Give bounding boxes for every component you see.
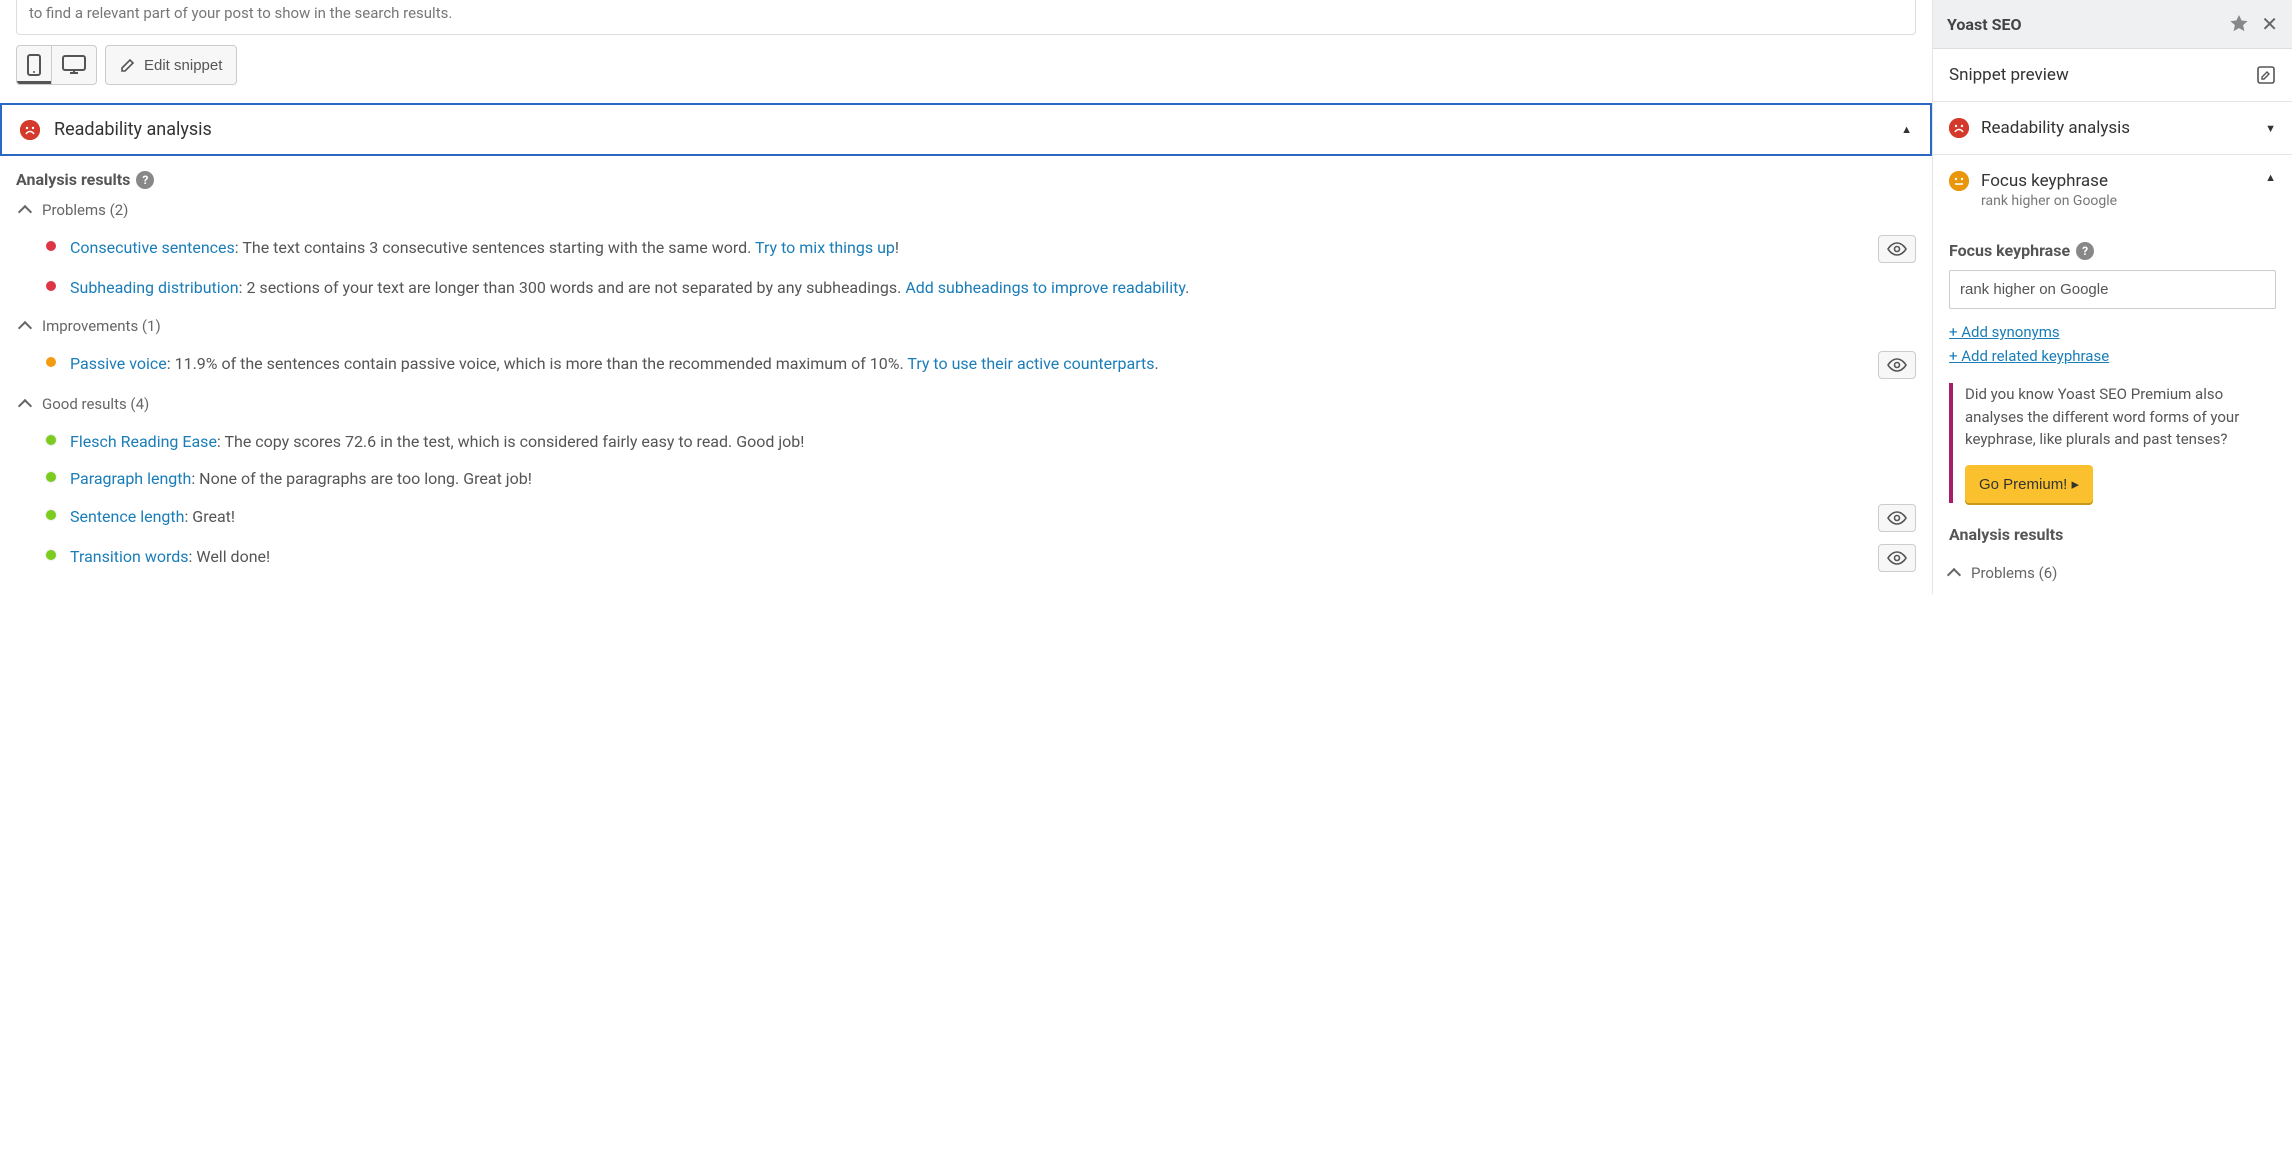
eye-icon bbox=[1887, 511, 1907, 525]
status-bullet-red bbox=[46, 281, 56, 291]
focus-keyphrase-section: Focus keyphrase ? + Add synonyms + Add r… bbox=[1933, 225, 2292, 519]
desktop-icon bbox=[62, 55, 86, 75]
analysis-results-heading: Analysis results ? bbox=[16, 170, 1916, 189]
analysis-link[interactable]: Consecutive sentences bbox=[70, 238, 235, 257]
highlight-toggle[interactable] bbox=[1878, 351, 1916, 379]
analysis-fix-link[interactable]: Add subheadings to improve readability bbox=[905, 278, 1185, 297]
caret-up-icon: ▲ bbox=[1901, 123, 1912, 136]
neutral-face-icon bbox=[1949, 171, 1969, 191]
status-bullet-red bbox=[46, 241, 56, 251]
add-synonyms-link[interactable]: + Add synonyms bbox=[1949, 323, 2276, 341]
analysis-link[interactable]: Passive voice bbox=[70, 354, 167, 373]
highlight-toggle[interactable] bbox=[1878, 504, 1916, 532]
eye-icon bbox=[1887, 242, 1907, 256]
analysis-link[interactable]: Transition words bbox=[70, 547, 189, 566]
snippet-toolbar: Edit snippet bbox=[16, 45, 1916, 85]
status-bullet-green bbox=[46, 472, 56, 482]
status-bullet-green bbox=[46, 510, 56, 520]
eye-icon bbox=[1887, 358, 1907, 372]
highlight-toggle[interactable] bbox=[1878, 544, 1916, 572]
sidebar-row-readability[interactable]: Readability analysis ▼ bbox=[1933, 102, 2292, 155]
premium-promo: Did you know Yoast SEO Premium also anal… bbox=[1949, 383, 2276, 503]
good-group-toggle[interactable]: Good results (4) bbox=[20, 395, 1916, 413]
analysis-link[interactable]: Flesch Reading Ease bbox=[70, 432, 217, 451]
close-icon[interactable]: ✕ bbox=[2261, 12, 2278, 36]
status-bullet-orange bbox=[46, 357, 56, 367]
sidebar-analysis-results-heading: Analysis results bbox=[1933, 519, 2292, 554]
sad-face-icon bbox=[1949, 118, 1969, 138]
pencil-icon bbox=[120, 57, 136, 73]
analysis-item: Flesch Reading Ease: The copy scores 72.… bbox=[16, 423, 1916, 461]
analysis-item: Sentence length: Great! bbox=[16, 498, 1916, 538]
help-icon[interactable]: ? bbox=[2076, 242, 2094, 260]
edit-snippet-label: Edit snippet bbox=[144, 57, 222, 74]
add-related-keyphrase-link[interactable]: + Add related keyphrase bbox=[1949, 347, 2276, 365]
sad-face-icon bbox=[20, 120, 40, 140]
star-icon[interactable] bbox=[2229, 14, 2249, 34]
chevron-up-icon bbox=[18, 399, 32, 413]
improvements-group-toggle[interactable]: Improvements (1) bbox=[20, 317, 1916, 335]
readability-panel-header[interactable]: Readability analysis ▲ bbox=[0, 103, 1932, 156]
focus-keyphrase-input[interactable] bbox=[1949, 270, 2276, 309]
mobile-preview-button[interactable] bbox=[17, 46, 52, 84]
analysis-item: Consecutive sentences: The text contains… bbox=[16, 229, 1916, 269]
device-toggle bbox=[16, 45, 97, 85]
status-bullet-green bbox=[46, 435, 56, 445]
analysis-item: Subheading distribution: 2 sections of y… bbox=[16, 269, 1916, 307]
analysis-link[interactable]: Sentence length bbox=[70, 507, 184, 526]
sidebar-header: Yoast SEO ✕ bbox=[1933, 0, 2292, 49]
analysis-item: Passive voice: 11.9% of the sentences co… bbox=[16, 345, 1916, 385]
analysis-item: Paragraph length: None of the paragraphs… bbox=[16, 460, 1916, 498]
problems-group-toggle[interactable]: Problems (2) bbox=[20, 201, 1916, 219]
highlight-toggle[interactable] bbox=[1878, 235, 1916, 263]
chevron-up-icon bbox=[1947, 567, 1961, 581]
edit-icon bbox=[2256, 65, 2276, 85]
analysis-fix-link[interactable]: Try to mix things up bbox=[755, 238, 895, 257]
sidebar-problems-group-toggle[interactable]: Problems (6) bbox=[1949, 564, 2292, 582]
help-icon[interactable]: ? bbox=[136, 171, 154, 189]
go-premium-button[interactable]: Go Premium! ▸ bbox=[1965, 465, 2093, 503]
analysis-link[interactable]: Paragraph length bbox=[70, 469, 191, 488]
caret-down-icon: ▼ bbox=[2265, 122, 2276, 135]
desktop-preview-button[interactable] bbox=[52, 46, 96, 84]
meta-description-hint: to find a relevant part of your post to … bbox=[16, 0, 1916, 35]
eye-icon bbox=[1887, 551, 1907, 565]
sidebar-row-snippet-preview[interactable]: Snippet preview bbox=[1933, 49, 2292, 102]
chevron-up-icon bbox=[18, 321, 32, 335]
analysis-link[interactable]: Subheading distribution bbox=[70, 278, 239, 297]
caret-up-icon: ▲ bbox=[2265, 171, 2276, 184]
mobile-icon bbox=[27, 54, 41, 76]
analysis-item: Transition words: Well done! bbox=[16, 538, 1916, 578]
edit-snippet-button[interactable]: Edit snippet bbox=[105, 45, 237, 85]
sidebar-row-focus-keyphrase[interactable]: Focus keyphrase rank higher on Google ▲ bbox=[1933, 155, 2292, 225]
status-bullet-green bbox=[46, 550, 56, 560]
chevron-up-icon bbox=[18, 205, 32, 219]
focus-keyphrase-label: Focus keyphrase ? bbox=[1949, 241, 2276, 260]
analysis-fix-link[interactable]: Try to use their active counterparts bbox=[907, 354, 1154, 373]
